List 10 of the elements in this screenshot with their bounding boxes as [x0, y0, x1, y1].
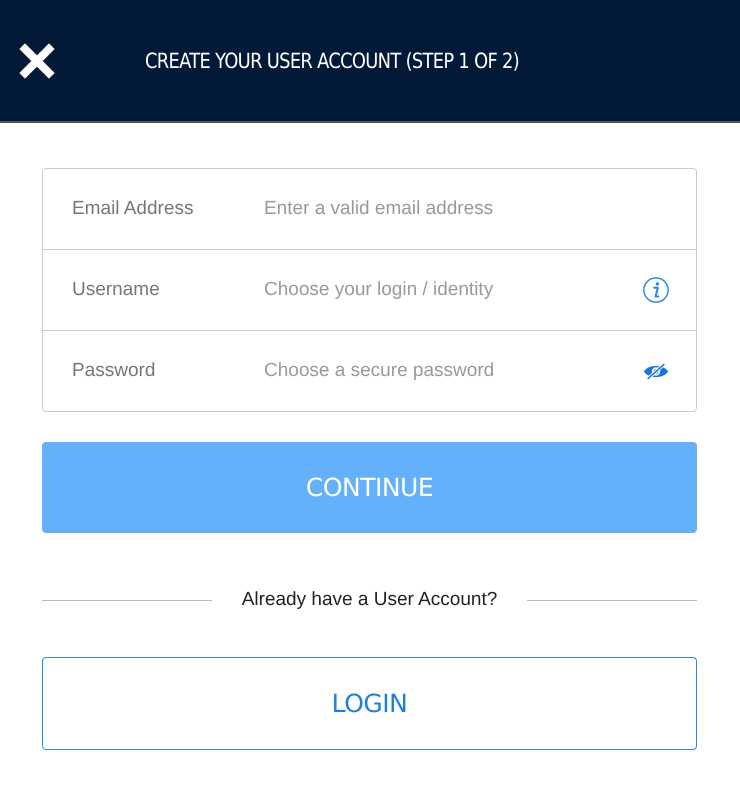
login-button[interactable]: LOGIN: [42, 657, 697, 750]
divider-text: Already have a User Account?: [242, 589, 498, 611]
close-icon: [19, 42, 55, 78]
info-icon[interactable]: [642, 276, 670, 304]
hide-password-icon[interactable]: [642, 360, 670, 382]
dialog-title: CREATE YOUR USER ACCOUNT (STEP 1 OF 2): [145, 48, 519, 72]
field-label: Email Address: [72, 198, 194, 220]
close-button[interactable]: [19, 42, 55, 78]
field-label: Username: [72, 279, 161, 301]
field-label: Password: [72, 360, 156, 382]
